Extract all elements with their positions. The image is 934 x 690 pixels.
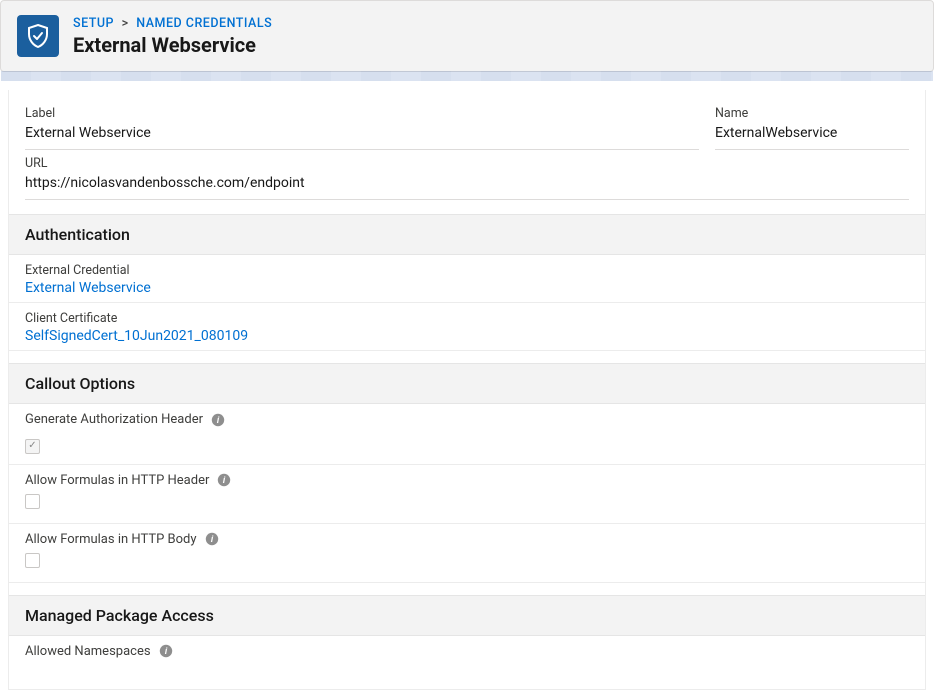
option-generate-auth-header: Generate Authorization Header i ✓	[9, 404, 925, 465]
allow-formulas-body-label: Allow Formulas in HTTP Body	[25, 532, 197, 547]
url-value: https://nicolasvandenbossche.com/endpoin…	[25, 175, 909, 191]
breadcrumb-named-credentials[interactable]: NAMED CREDENTIALS	[136, 16, 272, 31]
field-client-certificate: Client Certificate SelfSignedCert_10Jun2…	[9, 303, 925, 351]
allow-formulas-header-checkbox[interactable]	[25, 494, 40, 509]
content: Label External Webservice Name ExternalW…	[8, 90, 926, 690]
field-external-credential: External Credential External Webservice	[9, 255, 925, 303]
name-caption: Name	[715, 106, 909, 121]
page-title: External Webservice	[73, 33, 272, 57]
option-allow-formulas-body: Allow Formulas in HTTP Body i	[9, 524, 925, 583]
gen-auth-header-label: Generate Authorization Header	[25, 412, 203, 427]
info-icon[interactable]: i	[217, 473, 231, 487]
client-certificate-link[interactable]: SelfSignedCert_10Jun2021_080109	[25, 328, 909, 344]
option-allowed-namespaces: Allowed Namespaces i	[9, 636, 925, 689]
shield-icon	[17, 15, 59, 57]
gen-auth-header-checkbox: ✓	[25, 439, 40, 454]
external-credential-link[interactable]: External Webservice	[25, 280, 909, 296]
field-url: URL https://nicolasvandenbossche.com/end…	[25, 156, 909, 200]
page-header: SETUP > NAMED CREDENTIALS External Webse…	[0, 0, 934, 72]
breadcrumb: SETUP > NAMED CREDENTIALS	[73, 16, 272, 31]
allowed-namespaces-label: Allowed Namespaces	[25, 644, 151, 659]
field-label: Label External Webservice	[25, 106, 699, 150]
info-icon[interactable]: i	[211, 413, 225, 427]
allow-formulas-header-label: Allow Formulas in HTTP Header	[25, 473, 209, 488]
info-icon[interactable]: i	[159, 644, 173, 658]
breadcrumb-separator: >	[122, 16, 129, 31]
label-value: External Webservice	[25, 125, 699, 141]
label-caption: Label	[25, 106, 699, 121]
info-icon[interactable]: i	[205, 532, 219, 546]
field-name: Name ExternalWebservice	[715, 106, 909, 150]
section-authentication: Authentication	[9, 214, 925, 255]
url-caption: URL	[25, 156, 909, 171]
name-value: ExternalWebservice	[715, 125, 909, 141]
external-credential-caption: External Credential	[25, 263, 909, 278]
breadcrumb-setup[interactable]: SETUP	[73, 16, 114, 31]
option-allow-formulas-header: Allow Formulas in HTTP Header i	[9, 465, 925, 524]
section-managed-package-access: Managed Package Access	[9, 595, 925, 636]
client-certificate-caption: Client Certificate	[25, 311, 909, 326]
allow-formulas-body-checkbox[interactable]	[25, 553, 40, 568]
section-callout-options: Callout Options	[9, 363, 925, 404]
